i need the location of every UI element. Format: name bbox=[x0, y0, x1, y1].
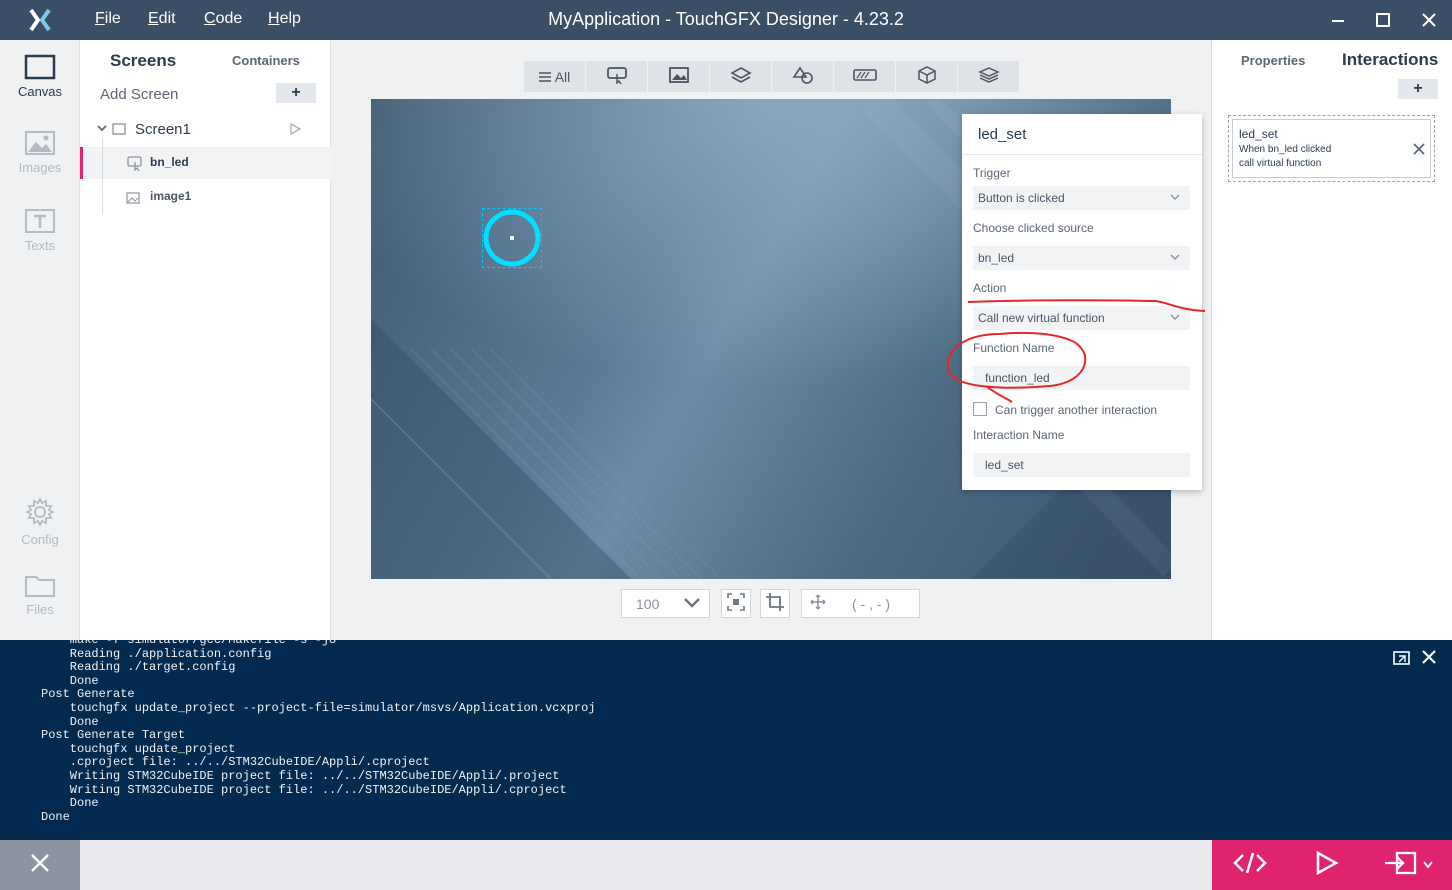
coordinates-readout: ( - , - ) bbox=[801, 589, 920, 618]
image-icon bbox=[668, 66, 690, 87]
interaction-card-trigger: When bn_led clicked bbox=[1239, 144, 1332, 155]
gear-icon bbox=[0, 496, 80, 528]
code-icon bbox=[1233, 851, 1267, 880]
tree-screen-label: Screen1 bbox=[135, 121, 191, 138]
console-output: make -f simulator/gcc/Makefile -s -j8 Re… bbox=[0, 640, 1452, 840]
coords-value: ( - , - ) bbox=[852, 595, 891, 612]
source-label: Choose clicked source bbox=[973, 221, 1094, 235]
run-simulator-button[interactable] bbox=[1288, 840, 1364, 890]
image-icon bbox=[0, 130, 80, 156]
toolbar-buttons[interactable] bbox=[586, 61, 647, 92]
tab-properties[interactable]: Properties bbox=[1241, 53, 1305, 68]
toolbar-3d[interactable] bbox=[896, 61, 957, 92]
menu-code[interactable]: Code bbox=[204, 10, 242, 28]
crop-button[interactable] bbox=[760, 589, 790, 618]
undock-icon[interactable] bbox=[1393, 650, 1411, 671]
progress-bar-icon bbox=[852, 68, 877, 85]
nav-canvas[interactable]: Canvas bbox=[0, 54, 80, 118]
move-icon bbox=[810, 594, 826, 613]
image-widget-icon bbox=[126, 191, 140, 207]
source-select[interactable]: bn_led bbox=[973, 246, 1190, 270]
cube-icon bbox=[916, 66, 938, 87]
nav-texts[interactable]: Texts bbox=[0, 208, 80, 272]
menu-icon bbox=[538, 69, 551, 85]
stack-icon bbox=[977, 66, 1000, 87]
close-icon bbox=[29, 852, 51, 879]
folder-icon bbox=[0, 572, 80, 598]
close-console-button[interactable] bbox=[0, 840, 80, 890]
toolbar-containers[interactable] bbox=[710, 61, 771, 92]
tab-containers[interactable]: Containers bbox=[232, 53, 300, 68]
add-interaction-button[interactable]: + bbox=[1398, 79, 1438, 99]
run-target-button[interactable] bbox=[1364, 840, 1452, 890]
divider bbox=[962, 154, 1202, 155]
screen-icon bbox=[112, 122, 126, 138]
toolbar-progress[interactable] bbox=[834, 61, 895, 92]
play-icon bbox=[1313, 850, 1339, 881]
toolbar-stack[interactable] bbox=[958, 61, 1019, 92]
crop-icon bbox=[766, 593, 784, 614]
tree-item-label: image1 bbox=[150, 189, 192, 203]
window-title: MyApplication - TouchGFX Designer - 4.23… bbox=[548, 9, 904, 29]
nav-images[interactable]: Images bbox=[0, 130, 80, 194]
nav-files[interactable]: Files bbox=[0, 572, 80, 636]
toolbar-all-button[interactable]: All bbox=[524, 61, 585, 92]
interaction-card-action: call virtual function bbox=[1239, 158, 1322, 169]
fit-screen-button[interactable] bbox=[721, 589, 751, 618]
layers-icon bbox=[729, 66, 752, 87]
close-icon[interactable] bbox=[1413, 142, 1425, 160]
red-annotation-marks bbox=[946, 299, 1206, 403]
toolbar-shapes[interactable] bbox=[772, 61, 833, 92]
interaction-card-name: led_set bbox=[1239, 127, 1278, 141]
left-navigation: Canvas Images Texts Config Files bbox=[0, 40, 80, 640]
widget-toolbar: All bbox=[524, 61, 1020, 92]
shapes-icon bbox=[792, 66, 814, 87]
selected-button-bn-led[interactable] bbox=[482, 208, 542, 268]
console-log: make -f simulator/gcc/Makefile -s -j8 Re… bbox=[41, 640, 596, 824]
tree-item-label: bn_led bbox=[150, 155, 189, 169]
tree-item-image1[interactable]: image1 bbox=[80, 181, 331, 213]
run-target-icon bbox=[1383, 850, 1417, 881]
tab-screens[interactable]: Screens bbox=[110, 51, 176, 71]
tab-interactions[interactable]: Interactions bbox=[1342, 50, 1438, 70]
add-screen-button[interactable]: + bbox=[276, 83, 316, 103]
menu-help[interactable]: Help bbox=[268, 10, 301, 28]
interaction-card[interactable]: led_set When bn_led clicked call virtual… bbox=[1228, 115, 1435, 182]
generate-code-button[interactable] bbox=[1212, 840, 1288, 890]
interaction-name-input[interactable]: led_set bbox=[973, 453, 1190, 477]
close-icon[interactable] bbox=[1421, 649, 1437, 670]
close-window-button[interactable] bbox=[1417, 8, 1441, 32]
button-widget-icon bbox=[606, 66, 628, 87]
focus-icon bbox=[727, 593, 745, 614]
tree-screen1[interactable]: Screen1 bbox=[80, 113, 331, 145]
maximize-button[interactable] bbox=[1371, 8, 1395, 32]
play-icon[interactable] bbox=[289, 122, 302, 138]
chevron-down-icon bbox=[1170, 251, 1180, 265]
zoom-value: 100 bbox=[636, 595, 660, 612]
button-widget-icon bbox=[127, 155, 143, 174]
trigger-label: Trigger bbox=[973, 166, 1011, 180]
chevron-down-icon bbox=[683, 596, 701, 612]
menu-edit[interactable]: Edit bbox=[148, 10, 176, 28]
add-screen-label: Add Screen bbox=[100, 86, 179, 103]
interaction-name-label: Interaction Name bbox=[973, 428, 1065, 442]
minimize-button[interactable] bbox=[1326, 8, 1350, 32]
touchgfx-logo-icon bbox=[0, 0, 80, 40]
chevron-down-icon[interactable] bbox=[1423, 856, 1433, 874]
tree-item-bn-led[interactable]: bn_led bbox=[80, 147, 331, 179]
menu-file[interactable]: File bbox=[95, 10, 121, 28]
chevron-down-icon[interactable] bbox=[96, 121, 108, 137]
zoom-select[interactable]: 100 bbox=[621, 589, 710, 618]
text-icon bbox=[0, 208, 80, 234]
tree-guide-line bbox=[102, 137, 103, 215]
popup-title: led_set bbox=[978, 126, 1027, 143]
nav-config[interactable]: Config bbox=[0, 496, 80, 560]
toolbar-images[interactable] bbox=[648, 61, 709, 92]
screens-panel: Screens Containers Add Screen + Screen1 … bbox=[80, 40, 331, 640]
canvas-icon bbox=[0, 54, 80, 80]
title-bar: File Edit Code Help MyApplication - Touc… bbox=[0, 0, 1452, 40]
chevron-down-icon bbox=[1170, 191, 1180, 205]
trigger-select[interactable]: Button is clicked bbox=[973, 186, 1190, 210]
